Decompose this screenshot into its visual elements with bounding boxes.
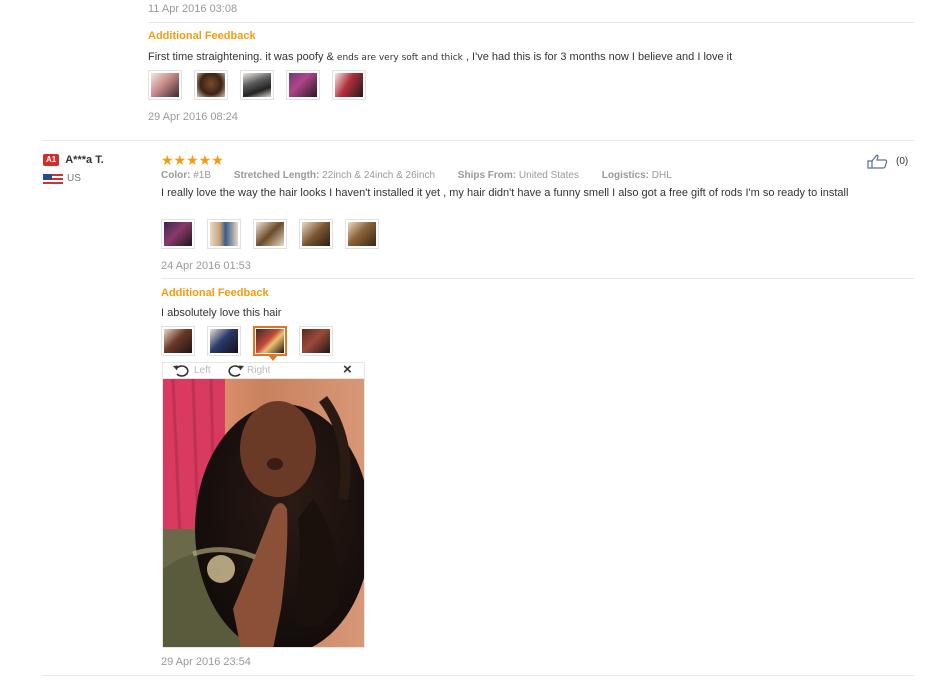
divider bbox=[148, 22, 914, 23]
photo-thumbnail[interactable] bbox=[299, 326, 333, 356]
photo-thumbnail[interactable] bbox=[299, 219, 333, 249]
product-properties: Color: #1B Stretched Length: 22inch & 24… bbox=[161, 170, 692, 181]
rotate-left-button[interactable]: Left bbox=[172, 364, 211, 377]
photo-viewer-image bbox=[162, 378, 365, 648]
country-code: US bbox=[67, 173, 81, 184]
photo-thumbnail[interactable] bbox=[332, 70, 366, 100]
rotate-right-button[interactable]: Right bbox=[225, 364, 270, 377]
photo-thumbnail[interactable] bbox=[194, 70, 228, 100]
feedback-date: 29 Apr 2016 08:24 bbox=[148, 111, 238, 123]
helpful-button[interactable]: (0) bbox=[867, 154, 908, 169]
property-label: Ships From: bbox=[457, 170, 517, 181]
thumbs-up-icon bbox=[867, 154, 888, 169]
reviewer-name: A***a T. bbox=[65, 154, 104, 166]
property-value: #1B bbox=[193, 170, 212, 181]
property-value: United States bbox=[518, 170, 579, 181]
rotate-left-label: Left bbox=[194, 365, 211, 376]
close-icon[interactable]: × bbox=[343, 361, 352, 378]
review-date: 24 Apr 2016 01:53 bbox=[161, 260, 251, 272]
photo-thumbnail[interactable] bbox=[161, 219, 195, 249]
property-ships-from: Ships From: United States bbox=[458, 170, 589, 181]
photo-thumbnail[interactable] bbox=[161, 326, 195, 356]
photo-thumbnail[interactable] bbox=[253, 219, 287, 249]
review-text: I really love the way the hair looks I h… bbox=[161, 187, 849, 199]
rotate-right-icon bbox=[228, 365, 244, 377]
property-value: 22inch & 24inch & 26inch bbox=[322, 170, 436, 181]
feedback-text-part: ends are very soft and thick bbox=[336, 53, 463, 63]
property-label: Logistics: bbox=[601, 170, 649, 181]
additional-feedback-text: I absolutely love this hair bbox=[161, 307, 282, 319]
photo-thumbnail[interactable] bbox=[240, 70, 274, 100]
property-label: Color: bbox=[161, 170, 191, 181]
customer-photo bbox=[163, 379, 364, 647]
us-flag-icon bbox=[43, 173, 63, 184]
photo-thumbnail-selected[interactable] bbox=[253, 326, 287, 361]
photo-thumbnail[interactable] bbox=[148, 70, 182, 100]
reviewer-info: A1 A***a T. bbox=[43, 154, 104, 166]
rotate-right-label: Right bbox=[247, 365, 271, 376]
photo-thumbnail[interactable] bbox=[207, 219, 241, 249]
rotate-left-icon bbox=[173, 365, 189, 377]
reviewer-level-badge: A1 bbox=[43, 154, 60, 166]
feedback-date: 29 Apr 2016 23:54 bbox=[161, 656, 251, 668]
reviewer-country: US bbox=[43, 173, 81, 184]
photo-thumbnail[interactable] bbox=[286, 70, 320, 100]
additional-feedback-title: Additional Feedback bbox=[148, 30, 256, 42]
photo-thumbnail[interactable] bbox=[207, 326, 241, 356]
property-color: Color: #1B bbox=[161, 170, 221, 181]
feedback-text-part: , I've had this is for 3 months now I be… bbox=[465, 51, 733, 63]
photo-thumbnail[interactable] bbox=[345, 219, 379, 249]
divider bbox=[161, 278, 914, 279]
property-logistics: Logistics: DHL bbox=[602, 170, 682, 181]
feedback-photo-strip bbox=[161, 326, 345, 361]
divider bbox=[42, 140, 914, 141]
star-rating: ★★★★★ bbox=[161, 152, 224, 168]
feedback-photo-strip bbox=[148, 70, 378, 100]
feedback-text-part: First time straightening. it was poofy & bbox=[148, 51, 334, 63]
property-length: Stretched Length: 22inch & 24inch & 26in… bbox=[234, 170, 445, 181]
divider bbox=[42, 675, 914, 676]
review-photo-strip bbox=[161, 219, 391, 249]
helpful-count: (0) bbox=[896, 156, 909, 167]
photo-viewer-toolbar: Left Right × bbox=[162, 361, 365, 378]
property-value: DHL bbox=[651, 170, 672, 181]
additional-feedback-title: Additional Feedback bbox=[161, 287, 269, 299]
additional-feedback-text: First time straightening. it was poofy &… bbox=[148, 51, 732, 63]
property-label: Stretched Length: bbox=[233, 170, 320, 181]
review-date: 11 Apr 2016 03:08 bbox=[148, 3, 238, 15]
